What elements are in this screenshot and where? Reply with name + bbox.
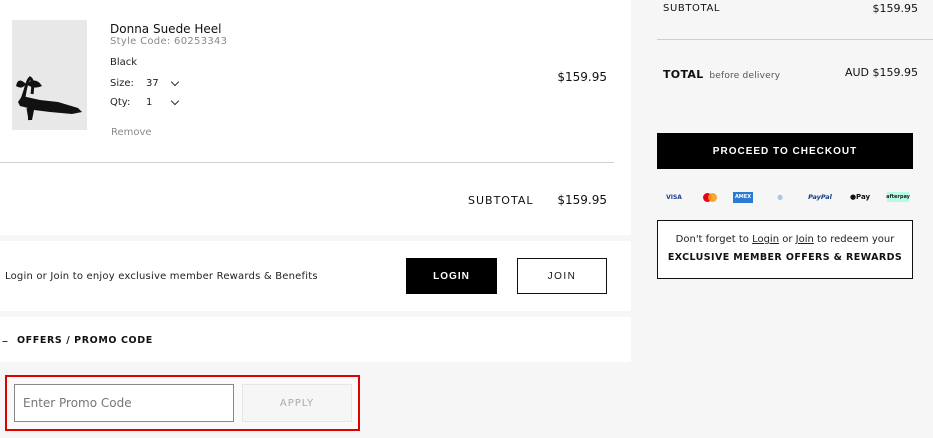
- remove-item-link[interactable]: Remove: [111, 127, 152, 138]
- shoe-image: [12, 20, 87, 130]
- subtotal-label: SUBTOTAL: [468, 194, 534, 207]
- rewards-join-link[interactable]: Join: [796, 234, 814, 245]
- cart-main-column: Donna Suede Heel Style Code: 60253343 Bl…: [0, 0, 631, 438]
- login-button[interactable]: LOGIN: [406, 258, 497, 294]
- member-benefits-text: Login or Join to enjoy exclusive member …: [5, 271, 318, 282]
- product-color: Black: [110, 57, 138, 68]
- member-banner: Login or Join to enjoy exclusive member …: [0, 241, 631, 311]
- diners-icon: ◎: [777, 193, 783, 201]
- afterpay-icon: afterpay: [886, 192, 910, 202]
- size-value: 37: [146, 78, 159, 89]
- visa-icon: VISA: [666, 193, 682, 201]
- cart-item-card: Donna Suede Heel Style Code: 60253343 Bl…: [0, 0, 631, 235]
- chevron-down-icon[interactable]: [170, 77, 180, 86]
- item-price: $159.95: [557, 70, 607, 84]
- product-style-code: Style Code: 60253343: [110, 36, 228, 47]
- summary-subtotal-value: $159.95: [872, 2, 919, 15]
- total-label: TOTAL: [663, 68, 704, 81]
- join-button[interactable]: JOIN: [517, 258, 607, 294]
- offers-title: OFFERS / PROMO CODE: [17, 335, 153, 346]
- summary-subtotal-label: SUBTOTAL: [663, 3, 721, 14]
- subtotal-value: $159.95: [557, 193, 607, 207]
- summary-total-label: TOTAL before delivery: [663, 68, 780, 81]
- qty-selector[interactable]: Qty: 1: [110, 96, 180, 108]
- proceed-to-checkout-button[interactable]: PROCEED TO CHECKOUT: [657, 133, 913, 169]
- rewards-title: EXCLUSIVE MEMBER OFFERS & REWARDS: [667, 252, 903, 263]
- qty-label: Qty:: [110, 97, 131, 108]
- size-label: Size:: [110, 78, 134, 89]
- payment-methods: VISA AMEX ◎ PayPal ● Pay afterpay: [657, 186, 913, 208]
- paypal-icon: PayPal: [808, 193, 832, 201]
- qty-value: 1: [146, 97, 153, 108]
- promo-code-form: APPLY: [5, 375, 360, 431]
- summary-total-value: AUD $159.95: [844, 66, 918, 79]
- apply-button[interactable]: APPLY: [242, 384, 352, 422]
- order-summary-column: SUBTOTAL $159.95 TOTAL before delivery A…: [631, 0, 933, 438]
- rewards-reminder: Don't forget to Login or Join to redeem …: [657, 220, 913, 279]
- rewards-login-link[interactable]: Login: [752, 234, 779, 245]
- rewards-text: Don't forget to Login or Join to redeem …: [675, 234, 895, 245]
- collapse-icon[interactable]: –: [2, 334, 8, 348]
- total-suffix: before delivery: [709, 71, 781, 81]
- offers-section-header[interactable]: – OFFERS / PROMO CODE: [0, 317, 631, 362]
- divider: [0, 162, 614, 163]
- chevron-down-icon[interactable]: [170, 96, 180, 105]
- product-name[interactable]: Donna Suede Heel: [110, 22, 222, 36]
- divider: [657, 39, 933, 40]
- promo-code-input[interactable]: [14, 384, 234, 422]
- product-thumbnail[interactable]: [12, 20, 87, 130]
- size-selector[interactable]: Size: 37: [110, 77, 180, 89]
- amex-icon: AMEX: [733, 191, 753, 203]
- mastercard-icon: [701, 191, 719, 203]
- apple-pay-icon: ● Pay: [849, 193, 871, 201]
